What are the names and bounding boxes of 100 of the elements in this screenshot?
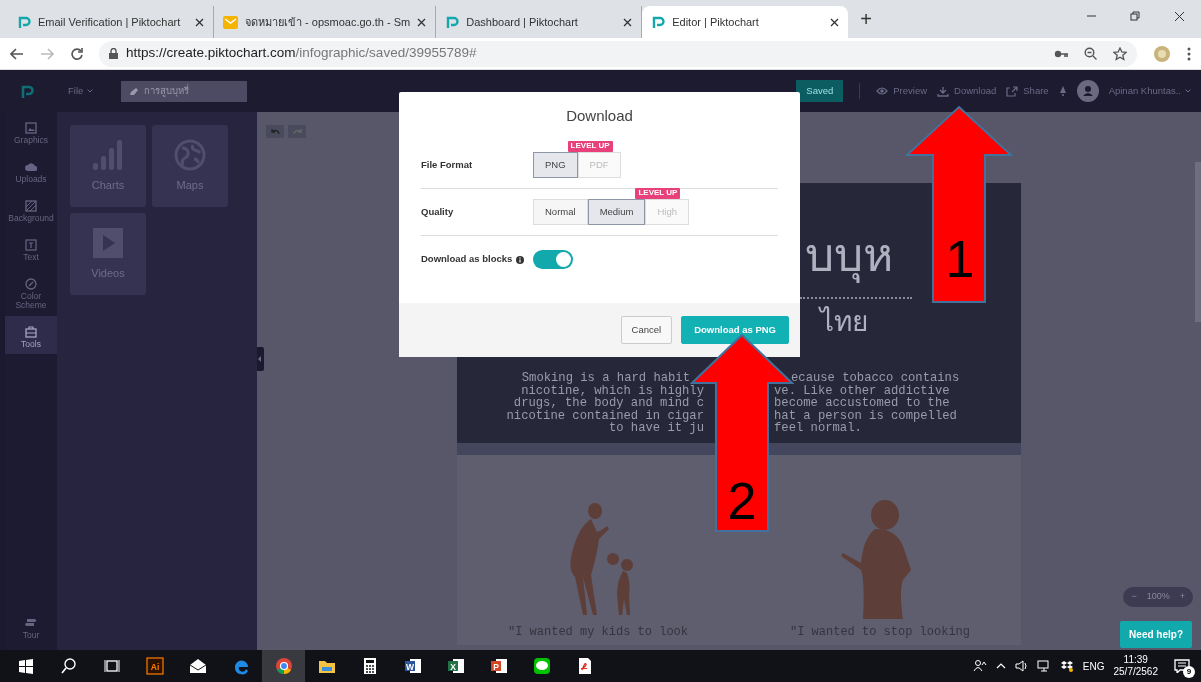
toggle-switch[interactable] [533, 250, 573, 269]
close-icon[interactable] [830, 17, 840, 27]
piktochart-logo-icon[interactable] [20, 83, 34, 99]
caret-icon [1185, 89, 1191, 93]
envelope-icon [223, 15, 238, 29]
back-icon[interactable] [10, 47, 24, 60]
header-action-link[interactable]: Download [937, 83, 997, 99]
collapse-handle-icon[interactable] [257, 347, 264, 371]
panel-tile[interactable]: Charts [70, 125, 146, 207]
speaker-icon[interactable] [1014, 660, 1028, 672]
dropbox-icon[interactable] [1059, 660, 1074, 672]
segment-option[interactable]: Normal [533, 198, 588, 226]
avatar-icon[interactable] [1076, 80, 1099, 102]
network-icon[interactable] [1036, 660, 1051, 672]
restore-icon[interactable] [1129, 10, 1141, 22]
segment-option[interactable]: PNG [533, 151, 578, 179]
download-button[interactable]: Download as PNG [681, 315, 789, 345]
notification-count: 9 [1183, 666, 1195, 678]
clock[interactable]: 11:39 25/7/2562 [1113, 654, 1158, 678]
file-menu[interactable]: File [68, 83, 94, 99]
zoom-level: 100% [1146, 590, 1170, 604]
message-icon [1174, 659, 1190, 673]
people-icon[interactable] [972, 659, 987, 673]
browser-tab[interactable]: Email Verification | Piktochart [8, 6, 214, 38]
address-field[interactable]: https://create.piktochart.com/infographic/saved/39955789# [99, 40, 1137, 67]
paragraph-line: drugs, the body and mind c [513, 397, 704, 410]
star-icon[interactable] [1113, 46, 1127, 61]
field-label: File Format [421, 157, 473, 172]
segment-option[interactable]: Medium [587, 198, 646, 226]
piktochart-logo-icon [651, 15, 666, 29]
image-icon [25, 122, 37, 134]
cancel-button[interactable]: Cancel [620, 315, 673, 345]
hatched-square-icon [25, 199, 37, 212]
caret-icon [87, 89, 94, 93]
lock-icon [109, 48, 118, 59]
text-box-icon [25, 238, 37, 251]
field-label: Download as blocks [421, 252, 513, 267]
url-text: https://create.piktochart.com/infographic/saved/39955789# [126, 44, 477, 63]
language-indicator[interactable]: ENG [1082, 658, 1105, 674]
paragraph-line: ecause tobacco contains [790, 372, 961, 385]
field-label: Quality [421, 204, 454, 219]
paragraph-line: to have it ju [607, 422, 704, 435]
zoom-out-button[interactable]: − [1131, 590, 1137, 604]
paragraph-line: ve. Like other addictive [774, 384, 951, 398]
play-icon [92, 226, 124, 259]
user-menu[interactable]: Apinan Khuntas.. [1108, 83, 1191, 99]
new-tab-button[interactable]: + [848, 9, 884, 29]
illustrator-app-icon: Ai [145, 657, 164, 675]
help-button[interactable]: Need help? [1120, 621, 1192, 648]
browser-tab[interactable]: จดหมายเข้า - opsmoac.go.th - Sm [214, 6, 437, 38]
infographic-subtitle: ไทย [820, 305, 868, 339]
paragraph-line: nicotine, which is highly [521, 384, 704, 398]
globe-icon [174, 138, 206, 171]
step-number: 2 [727, 472, 757, 530]
envelope-icon [188, 657, 207, 675]
paragraph-line: nicotine contained in cigar [505, 409, 704, 423]
header-action-link[interactable]: Share [1006, 83, 1049, 99]
reload-icon[interactable] [70, 47, 83, 60]
piktochart-logo-icon [445, 15, 460, 29]
zoom-in-button[interactable]: + [1179, 590, 1185, 604]
panel-tile[interactable]: Videos [70, 213, 146, 295]
paragraph-line: hat a person is compelled [774, 409, 958, 423]
chat-app-icon [532, 657, 551, 675]
paragraph-line: Smoking is a hard habit [520, 372, 691, 385]
close-icon[interactable] [1173, 10, 1185, 22]
step-number: 1 [945, 230, 975, 288]
dialog-title: Download [565, 106, 634, 126]
panel-tile[interactable]: Maps [152, 125, 228, 207]
more-icon[interactable] [1187, 46, 1191, 61]
task-view-icon [102, 657, 121, 675]
chrome-app-icon [274, 657, 293, 675]
chevron-up-icon[interactable] [995, 663, 1006, 669]
windows-logo-icon [16, 657, 35, 675]
notification-button[interactable]: 9 [1167, 650, 1197, 682]
bar-chart-icon [92, 138, 124, 171]
pencil-icon [129, 86, 139, 96]
eye-icon [876, 85, 889, 97]
redo-icon [292, 128, 302, 135]
info-icon[interactable] [516, 255, 525, 264]
key-icon[interactable] [1054, 49, 1068, 58]
upgrade-badge: LEVEL UP [635, 187, 681, 199]
header-action-link[interactable]: Preview [876, 83, 928, 99]
segment-option[interactable]: High [645, 198, 689, 226]
infographic-title: บบุห [805, 227, 893, 285]
zoom-control[interactable]: − 100% + [1123, 587, 1193, 607]
close-icon[interactable] [417, 17, 427, 27]
close-icon[interactable] [195, 17, 204, 27]
toolbox-icon [25, 325, 37, 338]
taskbar-app-button[interactable] [262, 650, 305, 682]
share-icon [1006, 85, 1019, 97]
search-icon [59, 657, 78, 675]
sidebar-tab[interactable]: Tools [5, 315, 57, 355]
browser-tab[interactable]: Editor | Piktochart [642, 6, 849, 38]
zoom-icon[interactable] [1084, 47, 1097, 60]
cloud-icon [25, 160, 37, 173]
close-icon[interactable] [623, 17, 633, 27]
download-icon [937, 85, 950, 97]
piktochart-logo-icon [17, 15, 31, 29]
title-field[interactable]: การสูบบุหรี่ [121, 80, 248, 102]
saved-button[interactable]: Saved [796, 79, 844, 103]
